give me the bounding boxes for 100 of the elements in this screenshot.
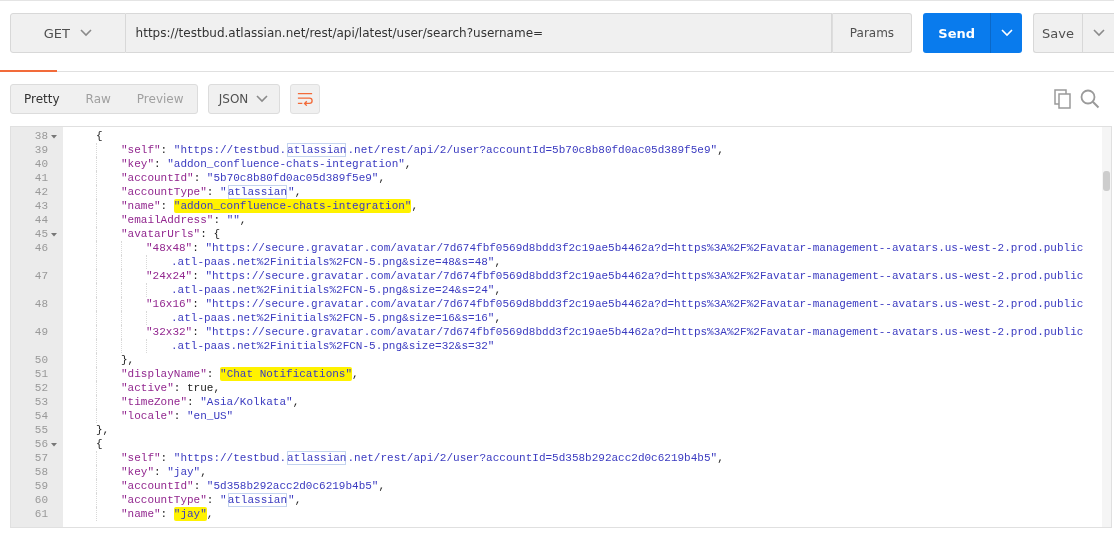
code-token: "emailAddress": [121, 213, 214, 227]
code-token: ,: [404, 157, 412, 171]
line-number: 59: [34, 479, 48, 493]
code-token: :: [192, 325, 200, 339]
code-token: :: [206, 367, 215, 381]
wrap-lines-button[interactable]: [289, 84, 320, 114]
wrap-icon: [296, 92, 313, 106]
code-token: "https://testbud.: [173, 451, 287, 465]
code-token: "https://secure.gravatar.com/avatar/7d674fbf0569d8bdd3f2c19ae5b4462a?d=https%3A%2F%2Favatar-management--avatars.us-west-2.prod.public: [205, 325, 1084, 339]
line-number: 58: [34, 465, 48, 479]
code-token: "en_US": [187, 409, 234, 423]
code-token: :: [192, 297, 200, 311]
code-token: ,: [294, 493, 302, 507]
code-token: ,: [494, 283, 502, 297]
copy-icon: [1054, 89, 1072, 109]
view-tab[interactable]: Pretty: [11, 85, 73, 113]
code-token: "timeZone": [121, 395, 187, 409]
code-token: :: [160, 143, 169, 157]
code-token: "locale": [121, 409, 174, 423]
line-number: 43: [34, 199, 48, 213]
code-token: "key": [121, 465, 154, 479]
code-token: "24x24": [146, 269, 193, 283]
code-token: "key": [121, 157, 154, 171]
code-token: :: [160, 451, 169, 465]
code-token: "": [226, 213, 240, 227]
code-token: },: [96, 423, 110, 437]
code-token: "Asia/Kolkata": [200, 395, 293, 409]
line-number: 48: [34, 297, 48, 311]
line-number: 52: [34, 381, 48, 395]
matched-word: atlassian: [227, 493, 288, 507]
code-token: :: [173, 381, 182, 395]
code-token: :: [206, 185, 215, 199]
code-token: :: [160, 507, 169, 521]
line-number: 40: [34, 157, 48, 171]
code-token: "displayName": [121, 367, 207, 381]
method-select[interactable]: GET: [10, 13, 126, 53]
matched-word: atlassian: [227, 185, 288, 199]
code-token: "16x16": [146, 297, 193, 311]
caret-icon: [256, 95, 269, 103]
line-number: 61: [34, 507, 48, 521]
line-number: 56: [34, 437, 48, 451]
code-token: ,: [206, 507, 214, 521]
format-select[interactable]: JSON: [207, 84, 280, 114]
highlighted-text: "Chat Notifications": [220, 367, 353, 381]
send-button[interactable]: Send: [923, 13, 991, 53]
code-token: :: [187, 395, 195, 409]
code-token: "accountId": [121, 171, 194, 185]
code-token: "accountId": [121, 479, 194, 493]
code-token: {: [96, 129, 103, 143]
code-token: ,: [494, 255, 502, 269]
line-number: 39: [34, 143, 48, 157]
line-number: 53: [34, 395, 48, 409]
code-token: "5d358b292acc2d0c6219b4b5": [206, 479, 379, 493]
code-token: ,: [352, 367, 359, 381]
line-number: 46: [34, 241, 48, 255]
code-token: .net/rest/api/2/user?accountId=5b70c8b80fd0ac05d389f5e9": [347, 143, 718, 157]
line-number: 57: [34, 451, 48, 465]
line-number: 38: [34, 129, 48, 143]
line-number: 55: [34, 423, 48, 437]
code-token: ,: [294, 185, 302, 199]
code-token: .atl-paas.net%2Finitials%2FCN-5.png&size=16&s=16": [171, 311, 495, 325]
code-token: "https://secure.gravatar.com/avatar/7d674fbf0569d8bdd3f2c19ae5b4462a?d=https%3A%2F%2Favatar-management--avatars.us-west-2.prod.public: [205, 297, 1084, 311]
active-tab-indicator: [0, 70, 57, 72]
code-token: "addon_confluence-chats-integration": [167, 157, 405, 171]
line-number: 49: [34, 325, 48, 339]
line-number: 50: [34, 353, 48, 367]
code-token: :: [193, 171, 202, 185]
matched-word: atlassian: [287, 451, 347, 465]
code-token: :: [206, 493, 215, 507]
highlighted-text: "jay": [173, 507, 207, 521]
line-number: 41: [34, 171, 48, 185]
code-token: "active": [121, 381, 174, 395]
code-token: ,: [717, 451, 724, 465]
url-field[interactable]: https://testbud.atlassian.net/rest/api/latest/user/search?username=: [125, 13, 832, 53]
params-button[interactable]: Params: [831, 13, 913, 53]
code-token: ,: [411, 199, 419, 213]
search-icon: [1080, 89, 1100, 109]
code-token: ,: [717, 143, 724, 157]
code-token: "https://testbud.: [173, 143, 287, 157]
code-token: .atl-paas.net%2Finitials%2FCN-5.png&size=24&s=24": [171, 283, 495, 297]
code-token: "https://secure.gravatar.com/avatar/7d674fbf0569d8bdd3f2c19ae5b4462a?d=https%3A%2F%2Favatar-management--avatars.us-west-2.prod.public: [205, 269, 1084, 283]
code-token: ,: [378, 479, 386, 493]
code-token: ,: [292, 395, 300, 409]
code-token: "jay": [167, 465, 201, 479]
code-token: ,: [494, 311, 502, 325]
code-token: .atl-paas.net%2Finitials%2FCN-5.png&size=32&s=32": [171, 339, 495, 353]
send-options-button[interactable]: [990, 13, 1022, 53]
code-token: ,: [378, 171, 386, 185]
code-token: "accountType": [121, 185, 207, 199]
scrollbar[interactable]: [1102, 127, 1111, 527]
code-token: ": [220, 185, 227, 199]
matched-word: atlassian: [287, 143, 347, 157]
code-token: "name": [121, 507, 161, 521]
highlighted-text: "addon_confluence-chats-integration": [173, 199, 412, 213]
scrollbar-thumb[interactable]: [1103, 171, 1110, 191]
line-number: 51: [34, 367, 48, 381]
code-token: "avatarUrls": [121, 227, 201, 241]
code-token: ": [288, 493, 295, 507]
code-token: "https://secure.gravatar.com/avatar/7d674fbf0569d8bdd3f2c19ae5b4462a?d=https%3A%2F%2Favatar-management--avatars.us-west-2.prod.public: [205, 241, 1084, 255]
code-token: :: [160, 199, 169, 213]
